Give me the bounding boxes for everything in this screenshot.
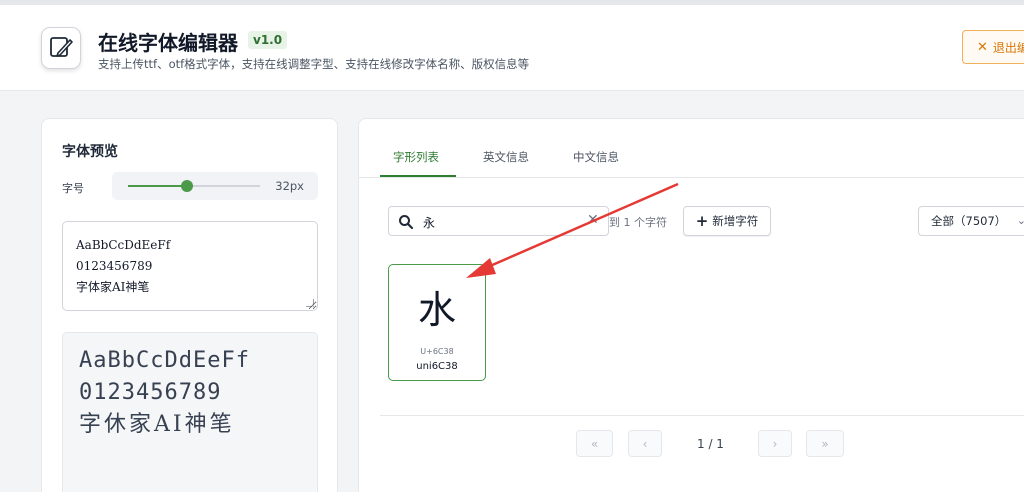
font-size-label: 字号 — [62, 182, 84, 195]
resize-handle[interactable] — [306, 299, 314, 307]
add-glyph-button[interactable]: + 新增字符 — [683, 206, 771, 236]
glyph-name: uni6C38 — [416, 361, 458, 372]
glyph-filter-select[interactable]: 全部（7507） ⌄ — [918, 206, 1024, 236]
app-logo — [41, 27, 81, 69]
plus-icon: + — [695, 212, 709, 230]
slider-fill — [128, 185, 188, 187]
glyph-search-input[interactable]: 永 ✕ — [388, 206, 609, 236]
active-tab-indicator — [380, 175, 456, 177]
app-header: 在线字体编辑器 v1.0 支持上传ttf、otf格式字体，支持在线调整字型、支持… — [0, 5, 1024, 91]
glyph-card[interactable]: 水 U+6C38 uni6C38 — [388, 264, 486, 381]
match-count: 到 1 个字符 — [609, 216, 667, 229]
filter-selected-value: 全部（7507） — [931, 214, 1007, 228]
font-size-slider-container: 32px — [112, 172, 318, 200]
clear-icon[interactable]: ✕ — [587, 212, 599, 228]
last-page-button[interactable]: » — [806, 430, 844, 457]
preview-render-line: AaBbCcDdEeFf — [79, 348, 250, 373]
search-value: 永 — [423, 216, 436, 230]
app-title: 在线字体编辑器 — [98, 31, 238, 55]
tab-bar: 字形列表 英文信息 中文信息 — [359, 119, 1024, 178]
chevron-down-icon: ⌄ — [1016, 214, 1024, 227]
tab-english-info[interactable]: 英文信息 — [483, 149, 529, 165]
exit-edit-button[interactable]: ✕ 退出编辑 — [962, 30, 1024, 64]
close-icon: ✕ — [977, 39, 988, 55]
next-page-button[interactable]: › — [758, 430, 792, 457]
font-size-slider[interactable] — [128, 180, 260, 192]
version-badge: v1.0 — [248, 31, 288, 49]
add-glyph-label: 新增字符 — [712, 214, 759, 228]
preview-input-line: AaBbCcDdEeFf — [76, 238, 171, 252]
preview-title: 字体预览 — [62, 144, 118, 160]
preview-render-line: 0123456789 — [79, 380, 222, 405]
glyph-editor-panel: 字形列表 英文信息 中文信息 永 ✕ 到 1 个字符 + 新增字符 全部（750… — [358, 118, 1024, 492]
tab-glyph-list[interactable]: 字形列表 — [393, 149, 439, 165]
search-icon — [399, 215, 414, 230]
first-page-button[interactable]: « — [576, 430, 613, 457]
glyph-preview: 水 — [417, 288, 456, 332]
preview-input-line: 字体家AI神笔 — [76, 280, 150, 294]
pen-edit-icon — [50, 37, 73, 57]
preview-text-input[interactable]: AaBbCcDdEeFf 0123456789 字体家AI神笔 — [62, 221, 318, 311]
app-subtitle: 支持上传ttf、otf格式字体，支持在线调整字型、支持在线修改字体名称、版权信息… — [98, 57, 530, 71]
glyph-unicode: U+6C38 — [420, 347, 454, 356]
preview-input-line: 0123456789 — [76, 259, 153, 273]
preview-render-area: AaBbCcDdEeFf 0123456789 字休家AI神笔 — [62, 332, 318, 492]
exit-edit-label: 退出编辑 — [992, 40, 1024, 55]
page-indicator: 1 / 1 — [697, 437, 724, 451]
tab-chinese-info[interactable]: 中文信息 — [573, 149, 619, 165]
prev-page-button[interactable]: ‹ — [628, 430, 662, 457]
font-preview-panel: 字体预览 字号 32px AaBbCcDdEeFf 0123456789 字体家… — [41, 118, 338, 492]
slider-thumb[interactable] — [181, 180, 194, 192]
preview-render-line: 字休家AI神笔 — [79, 412, 235, 437]
font-size-value: 32px — [275, 179, 304, 193]
list-divider — [380, 415, 1024, 416]
